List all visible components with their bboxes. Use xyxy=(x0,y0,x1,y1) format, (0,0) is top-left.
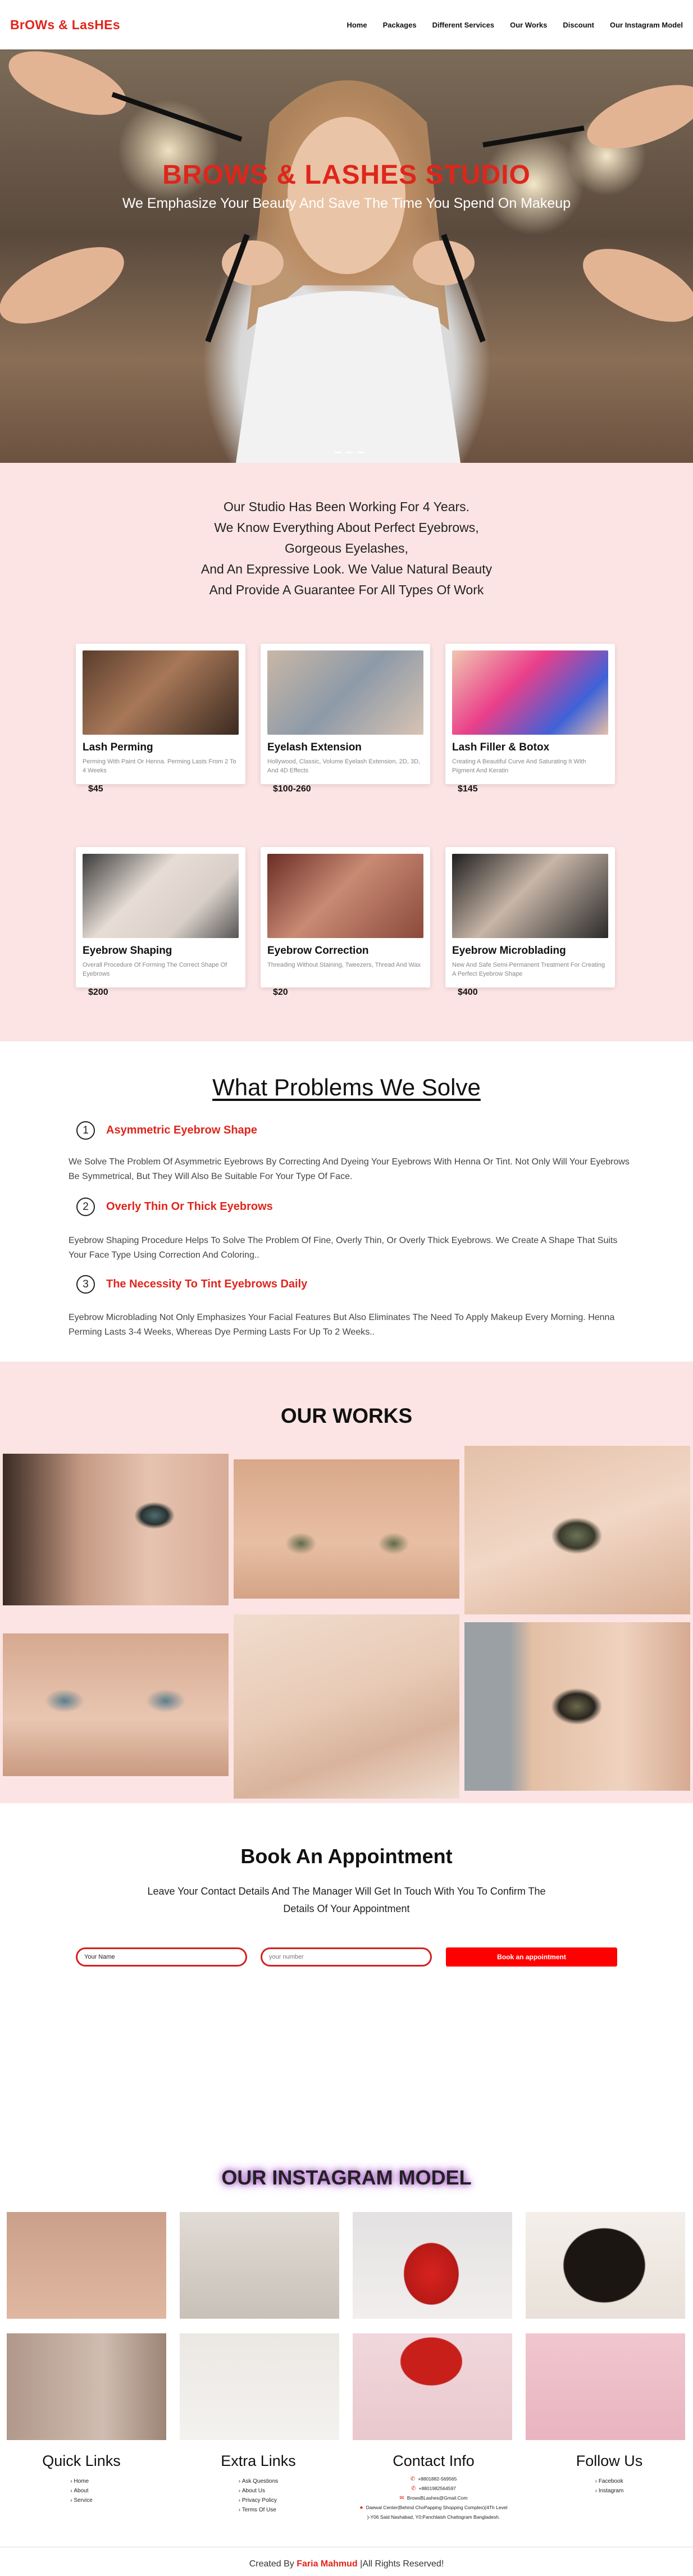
phone-input[interactable] xyxy=(261,1947,432,1967)
footer-link[interactable]: Terms Of Use xyxy=(239,2505,279,2515)
nav-menu: Home Packages Different Services Our Wor… xyxy=(346,21,683,29)
nav-packages[interactable]: Packages xyxy=(383,21,417,29)
book-appointment-button[interactable]: Book an appointment xyxy=(446,1947,617,1967)
instagram-link[interactable]: Instagram xyxy=(595,2486,623,2496)
problem-text: Eyebrow Shaping Procedure Helps To Solve… xyxy=(69,1236,618,1260)
nav-instagram-model[interactable]: Our Instagram Model xyxy=(610,21,683,29)
service-image xyxy=(452,650,608,735)
footer-link[interactable]: Privacy Policy xyxy=(239,2496,279,2505)
work-image[interactable] xyxy=(464,1446,690,1614)
author-name: Faria Mahmud xyxy=(297,2559,358,2569)
nav-discount[interactable]: Discount xyxy=(563,21,594,29)
hero-subtitle: We Emphasize Your Beauty And Save The Ti… xyxy=(122,195,571,211)
footer-contact-info: Contact Info ✆ +8801882-569565 ✆ +88019825… xyxy=(359,2452,508,2520)
footer-link[interactable]: About xyxy=(70,2486,92,2496)
instagram-image[interactable] xyxy=(180,2333,339,2440)
hero-image xyxy=(0,51,693,463)
hero-banner: BROWS & LASHES STUDIO We Emphasize Your … xyxy=(0,49,693,463)
phone-icon: ✆ xyxy=(410,2476,416,2482)
instagram-image[interactable] xyxy=(526,2212,685,2319)
service-image xyxy=(83,854,239,938)
footer-link[interactable]: Service xyxy=(70,2496,92,2505)
service-image xyxy=(452,854,608,938)
work-image[interactable] xyxy=(234,1614,459,1799)
problem-text: We Solve The Problem Of Asymmetric Eyebr… xyxy=(69,1157,630,1181)
booking-subtitle: Leave Your Contact Details And The Manag… xyxy=(147,1886,546,1914)
nav-our-works[interactable]: Our Works xyxy=(510,21,547,29)
number-circle: 1 xyxy=(76,1121,95,1140)
service-card[interactable]: Eyebrow Microblading New And Safe Semi-P… xyxy=(445,847,615,997)
instagram-image[interactable] xyxy=(353,2333,512,2440)
instagram-image[interactable] xyxy=(7,2212,166,2319)
problems-title: What Problems We Solve xyxy=(212,1074,481,1100)
location-icon: ● xyxy=(359,2505,363,2511)
number-circle: 3 xyxy=(76,1275,95,1294)
brand-logo[interactable]: BrOWs & LasHEs xyxy=(10,17,120,33)
work-image[interactable] xyxy=(3,1454,229,1605)
problem-text: Eyebrow Microblading Not Only Emphasizes… xyxy=(69,1313,615,1337)
navbar: BrOWs & LasHEs Home Packages Different S… xyxy=(0,0,693,49)
booking-title: Book An Appointment xyxy=(240,1845,453,1868)
instagram-image[interactable] xyxy=(526,2333,685,2440)
service-card[interactable]: Lash Perming Perming With Paint Or Henna… xyxy=(76,644,245,794)
phone-icon: ✆ xyxy=(411,2486,416,2492)
nav-home[interactable]: Home xyxy=(346,21,367,29)
intro-text: Our Studio Has Been Working For 4 Years.… xyxy=(200,499,493,597)
facebook-link[interactable]: Facebook xyxy=(595,2477,624,2486)
work-image[interactable] xyxy=(3,1633,229,1776)
nav-different-services[interactable]: Different Services xyxy=(432,21,495,29)
work-image[interactable] xyxy=(464,1622,690,1791)
envelope-icon: ✉ xyxy=(399,2495,404,2501)
works-title: OUR WORKS xyxy=(280,1404,413,1427)
instagram-image[interactable] xyxy=(353,2212,512,2319)
footer-extra-links: Extra Links Ask Questions About Us Priva… xyxy=(202,2452,314,2515)
service-card[interactable]: Lash Filler & Botox Creating A Beautiful… xyxy=(445,644,615,794)
footer-follow-us: Follow Us Facebook Instagram xyxy=(553,2452,665,2496)
footer-link[interactable]: About Us xyxy=(239,2486,279,2496)
problem-heading: 1 Asymmetric Eyebrow Shape xyxy=(76,1121,257,1140)
footer-link[interactable]: Home xyxy=(70,2477,92,2486)
problem-heading: 3 The Necessity To Tint Eyebrows Daily xyxy=(76,1275,307,1294)
service-image xyxy=(267,854,423,938)
instagram-image[interactable] xyxy=(180,2212,339,2319)
number-circle: 2 xyxy=(76,1198,95,1216)
service-image xyxy=(83,650,239,735)
service-card[interactable]: Eyebrow Shaping Overall Procedure Of For… xyxy=(76,847,245,997)
problem-heading: 2 Overly Thin Or Thick Eyebrows xyxy=(76,1198,273,1216)
carousel-indicators[interactable] xyxy=(335,452,364,453)
work-image[interactable] xyxy=(234,1459,459,1599)
service-card[interactable]: Eyebrow Correction Threading Without Sta… xyxy=(261,847,430,997)
footer-link[interactable]: Ask Questions xyxy=(239,2477,278,2486)
instagram-image[interactable] xyxy=(7,2333,166,2440)
hero-title: BROWS & LASHES STUDIO xyxy=(162,160,531,190)
service-card[interactable]: Eyelash Extension Hollywood, Classic, Vo… xyxy=(261,644,430,794)
name-input[interactable] xyxy=(76,1947,247,1967)
footer-quick-links: Quick Links Home About Service xyxy=(25,2452,138,2505)
copyright-text: Created By Faria Mahmud |All Rights Rese… xyxy=(249,2559,444,2569)
service-image xyxy=(267,650,423,735)
instagram-title: OUR INSTAGRAM MODEL xyxy=(221,2166,472,2189)
